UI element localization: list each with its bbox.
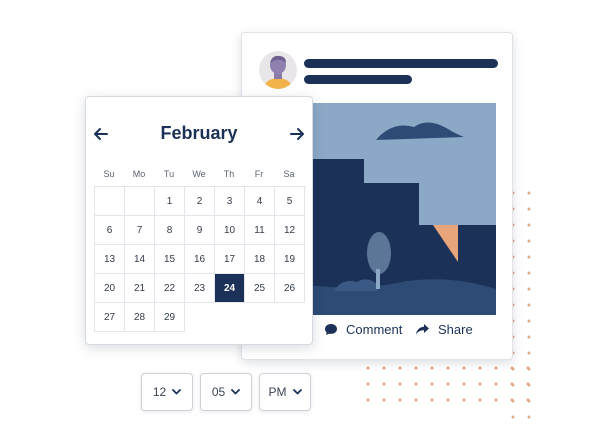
calendar-day[interactable]: 1 xyxy=(155,187,185,216)
calendar-day[interactable]: 5 xyxy=(275,187,305,216)
weekday-label: Sa xyxy=(283,169,295,179)
comment-button[interactable]: Comment xyxy=(324,322,402,337)
calendar-day[interactable]: 29 xyxy=(155,303,185,332)
calendar-day[interactable]: 23 xyxy=(185,274,215,303)
calendar-day[interactable]: 15 xyxy=(155,245,185,274)
chevron-down-icon xyxy=(292,389,302,395)
calendar-day[interactable]: 25 xyxy=(245,274,275,303)
calendar-day[interactable]: 10 xyxy=(215,216,245,245)
calendar-day[interactable]: 20 xyxy=(95,274,125,303)
calendar-blank-area xyxy=(185,303,305,332)
arrow-right-icon xyxy=(290,128,304,140)
calendar-day[interactable]: 19 xyxy=(275,245,305,274)
next-month-button[interactable] xyxy=(286,123,308,145)
calendar-day-grid: 1 2 3 4 5 6 7 8 9 10 11 12 13 14 15 16 1… xyxy=(94,186,306,332)
comment-icon xyxy=(325,324,337,335)
weekday-label: Su xyxy=(103,169,115,179)
calendar-day[interactable]: 4 xyxy=(245,187,275,216)
calendar-day[interactable]: 13 xyxy=(95,245,125,274)
calendar-header: February xyxy=(86,121,312,147)
weekday-label: Fr xyxy=(254,169,264,179)
share-label: Share xyxy=(438,322,473,337)
calendar-day-empty xyxy=(125,187,155,216)
calendar-month-title: February xyxy=(160,123,238,143)
calendar-day-empty xyxy=(95,187,125,216)
chevron-down-icon xyxy=(172,389,182,395)
calendar-day[interactable]: 3 xyxy=(215,187,245,216)
share-icon xyxy=(416,324,429,335)
post-text-placeholder-line xyxy=(304,75,412,84)
calendar-day[interactable]: 22 xyxy=(155,274,185,303)
calendar-day[interactable]: 11 xyxy=(245,216,275,245)
weekday-label: Mo xyxy=(132,169,146,179)
scheduler-illustration: Comment Share February Su Mo Tu We Th Fr… xyxy=(0,0,600,437)
calendar-day[interactable]: 2 xyxy=(185,187,215,216)
comment-label: Comment xyxy=(346,322,403,337)
previous-month-button[interactable] xyxy=(90,123,112,145)
calendar-day[interactable]: 26 xyxy=(275,274,305,303)
weekday-header-row: Su Mo Tu We Th Fr Sa xyxy=(94,169,304,183)
calendar-day[interactable]: 7 xyxy=(125,216,155,245)
post-text-placeholder-line xyxy=(304,59,498,68)
calendar-day-selected[interactable]: 24 xyxy=(215,274,245,303)
calendar-day[interactable]: 17 xyxy=(215,245,245,274)
calendar-day[interactable]: 16 xyxy=(185,245,215,274)
calendar-day[interactable]: 28 xyxy=(125,303,155,332)
calendar-day[interactable]: 9 xyxy=(185,216,215,245)
am-pm-value: PM xyxy=(268,385,287,399)
dot-pattern-bottom xyxy=(360,360,542,414)
user-avatar-icon xyxy=(258,50,298,90)
calendar-day[interactable]: 21 xyxy=(125,274,155,303)
calendar-day[interactable]: 27 xyxy=(95,303,125,332)
weekday-label: Tu xyxy=(163,169,175,179)
calendar-day[interactable]: 18 xyxy=(245,245,275,274)
chevron-down-icon xyxy=(231,389,241,395)
am-pm-select[interactable]: PM xyxy=(259,373,311,411)
weekday-label: We xyxy=(192,169,206,179)
weekday-label: Th xyxy=(223,169,235,179)
calendar-day[interactable]: 6 xyxy=(95,216,125,245)
calendar-day[interactable]: 8 xyxy=(155,216,185,245)
minute-select[interactable]: 05 xyxy=(200,373,252,411)
date-picker-calendar: February Su Mo Tu We Th Fr Sa 1 2 3 4 5 xyxy=(85,96,313,345)
hour-select[interactable]: 12 xyxy=(141,373,193,411)
hour-value: 12 xyxy=(152,385,167,399)
calendar-day[interactable]: 14 xyxy=(125,245,155,274)
calendar-day[interactable]: 12 xyxy=(275,216,305,245)
share-button[interactable]: Share xyxy=(415,322,473,337)
minute-value: 05 xyxy=(211,385,226,399)
arrow-left-icon xyxy=(94,128,108,140)
